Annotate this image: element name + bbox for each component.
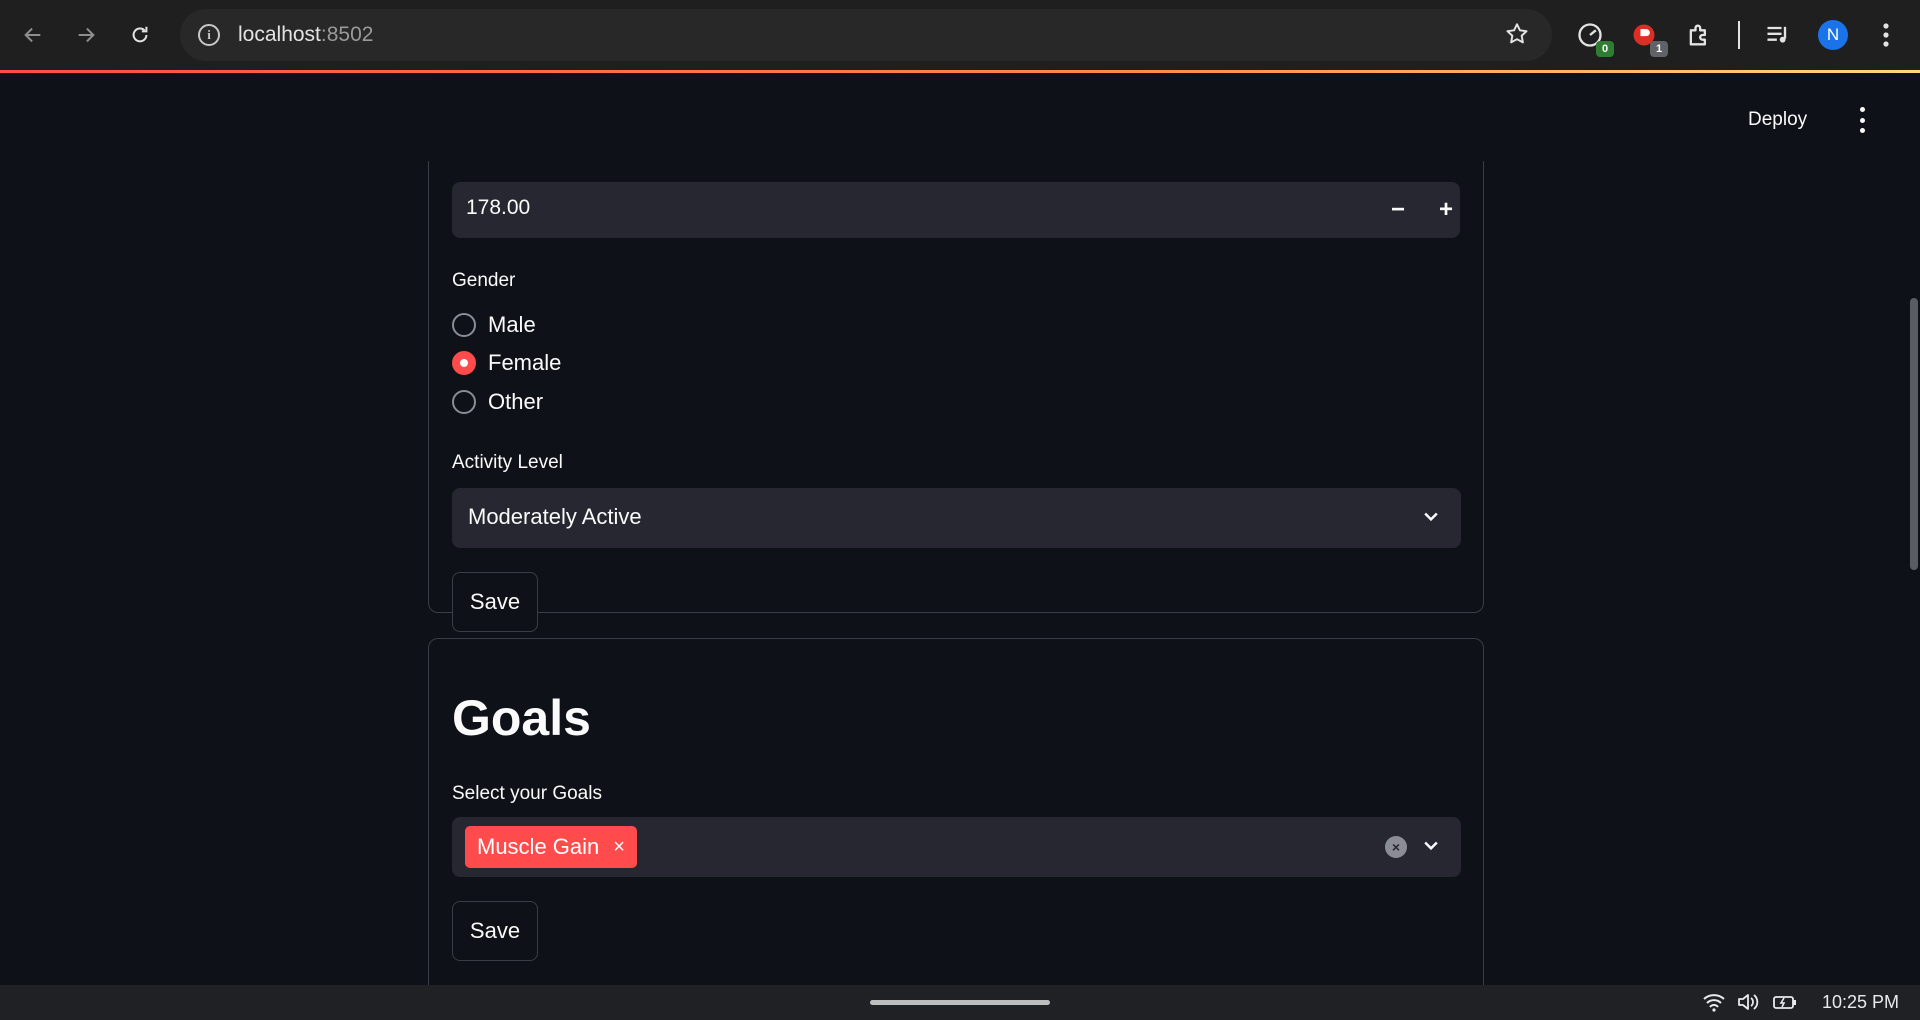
puzzle-extensions-icon[interactable] [1681,17,1717,53]
gender-option-male[interactable]: Male [452,312,536,338]
media-controls-icon[interactable] [1760,17,1796,53]
reload-icon[interactable] [122,17,158,53]
app-header: Deploy [0,73,1920,161]
save-profile-button[interactable]: Save [452,572,538,632]
home-handle[interactable] [870,1000,1050,1005]
radio-circle[interactable] [452,313,476,337]
gender-label: Gender [452,270,516,291]
goals-heading: Goals [452,690,591,746]
address-bar[interactable]: i localhost:8502 [180,9,1552,61]
save-goals-button[interactable]: Save [452,901,538,961]
radio-circle-selected[interactable] [452,351,476,375]
decrement-button[interactable]: − [1378,190,1418,230]
activity-level-select[interactable]: Moderately Active [452,488,1461,548]
activity-level-label: Activity Level [452,452,563,473]
clear-all-icon[interactable]: × [1385,836,1407,858]
site-info-icon[interactable]: i [198,24,220,46]
volume-icon[interactable] [1736,992,1760,1016]
goal-chip: Muscle Gain × [465,826,637,868]
system-clock: 10:25 PM [1822,992,1900,1012]
battery-charging-icon[interactable] [1772,992,1798,1016]
main-content: 178.00 − + Gender Male Female Other Acti… [0,161,1920,985]
radio-circle[interactable] [452,390,476,414]
gender-option-other[interactable]: Other [452,389,543,415]
goals-select-label: Select your Goals [452,783,602,804]
goals-form: Goals Select your Goals Muscle Gain × × … [428,638,1484,985]
app-menu-icon[interactable] [1852,107,1872,133]
goals-multiselect[interactable]: Muscle Gain × × [452,817,1461,877]
wifi-icon[interactable] [1702,992,1726,1016]
chip-remove-icon[interactable]: × [613,836,625,859]
forward-icon[interactable] [68,17,104,53]
height-number-input[interactable]: 178.00 − + [452,182,1460,238]
page-scrollbar[interactable] [1910,298,1918,570]
profile-form: 178.00 − + Gender Male Female Other Acti… [428,161,1484,632]
browser-toolbar: i localhost:8502 0 1 N [0,0,1920,70]
red-extension-icon[interactable]: 1 [1626,17,1668,57]
chevron-down-icon[interactable] [1421,835,1441,859]
toolbar-divider [1738,21,1740,49]
extension-badge: 0 [1596,41,1614,57]
radio-label: Female [488,350,562,375]
radio-label: Male [488,312,536,337]
selected-value: Moderately Active [468,504,642,529]
os-taskbar: 10:25 PM [0,985,1920,1020]
profile-avatar[interactable]: N [1818,20,1848,50]
bookmark-star-icon[interactable] [1504,21,1530,51]
height-value: 178.00 [466,196,531,219]
browser-menu-icon[interactable] [1868,17,1904,53]
gender-option-female[interactable]: Female [452,350,561,376]
url-text: localhost:8502 [238,23,374,46]
speed-extension-icon[interactable]: 0 [1572,17,1614,57]
radio-label: Other [488,389,544,414]
deploy-button[interactable]: Deploy [1748,109,1807,131]
back-icon[interactable] [15,17,51,53]
chip-label: Muscle Gain [477,834,600,859]
extension-badge: 1 [1650,41,1668,57]
chevron-down-icon[interactable] [1421,506,1441,530]
increment-button[interactable]: + [1426,190,1466,230]
